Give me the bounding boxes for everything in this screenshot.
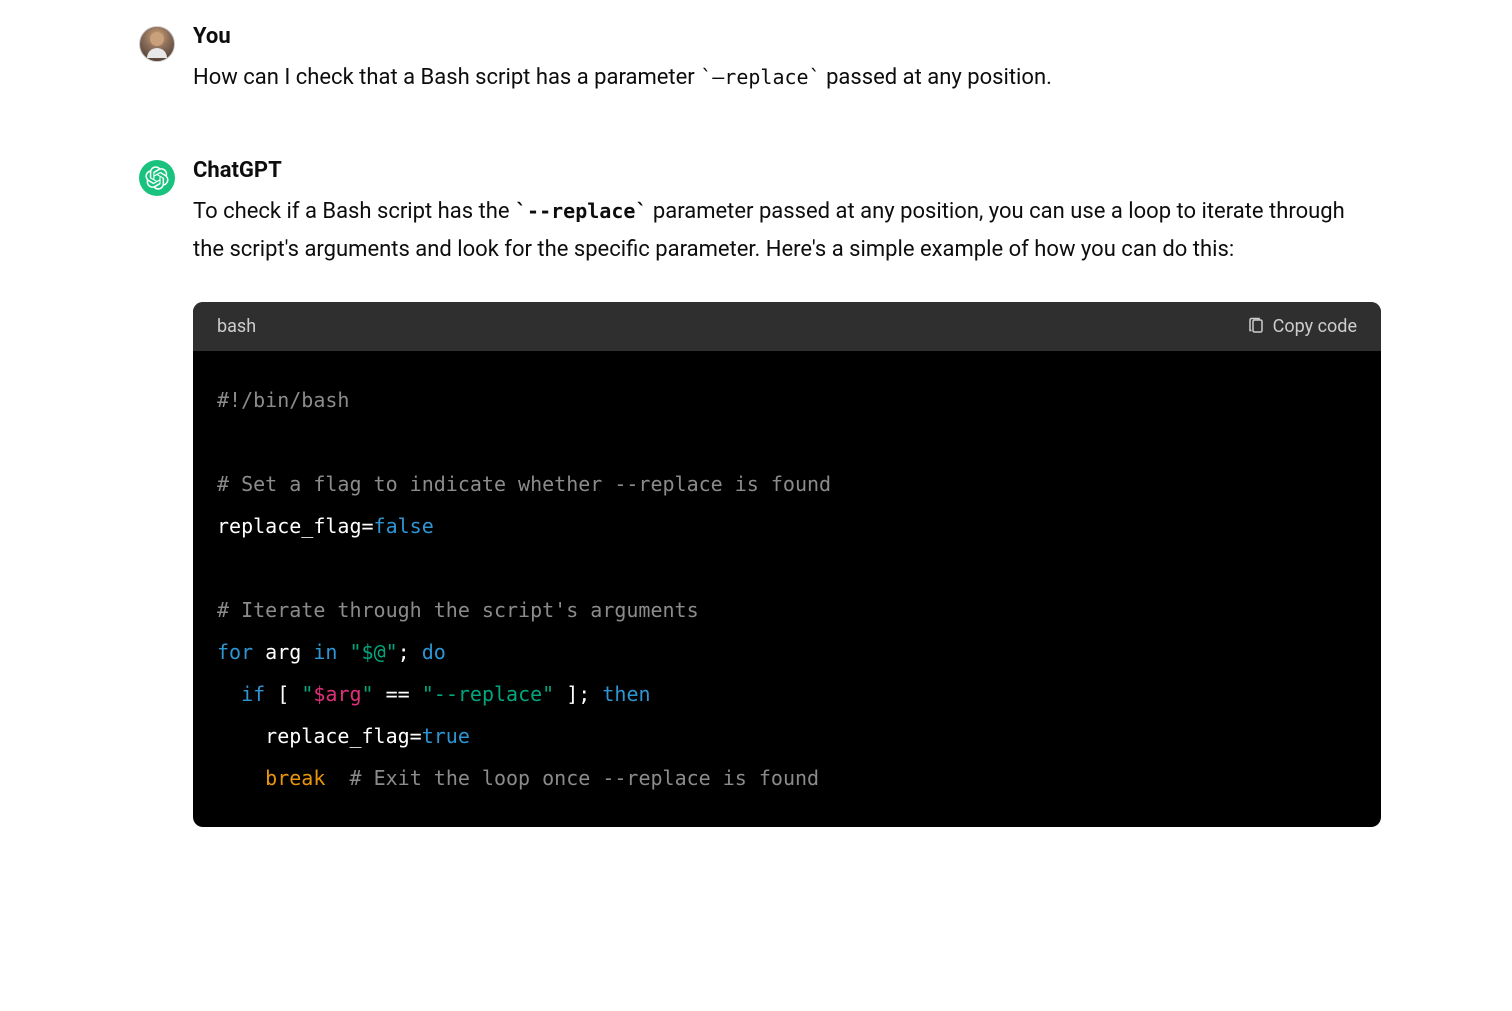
code-token: do	[422, 640, 446, 664]
code-token: [	[265, 682, 301, 706]
assistant-author-label: ChatGPT	[193, 158, 1381, 183]
code-token: # Set a flag to indicate whether --repla…	[217, 472, 831, 496]
code-token: break	[265, 766, 325, 790]
assistant-message: ChatGPT To check if a Bash script has th…	[139, 158, 1401, 827]
assistant-text-before: To check if a Bash script has the	[193, 199, 515, 224]
code-token	[337, 640, 349, 664]
code-token: # Iterate through the script's arguments	[217, 598, 699, 622]
code-token: ];	[554, 682, 602, 706]
assistant-avatar	[139, 160, 175, 196]
openai-logo-icon	[145, 166, 169, 190]
user-inline-code: `—replace`	[700, 65, 820, 89]
code-token: ;	[398, 640, 422, 664]
code-token: true	[422, 724, 470, 748]
code-token: "	[301, 682, 313, 706]
code-token: false	[374, 514, 434, 538]
code-token: replace_flag=	[265, 724, 422, 748]
code-token: ==	[374, 682, 422, 706]
code-token	[217, 766, 265, 790]
code-token: in	[313, 640, 337, 664]
code-token: arg	[253, 640, 313, 664]
user-message: You How can I check that a Bash script h…	[139, 24, 1401, 98]
code-token: then	[602, 682, 650, 706]
user-message-content: You How can I check that a Bash script h…	[193, 24, 1401, 98]
conversation: You How can I check that a Bash script h…	[111, 24, 1401, 827]
clipboard-icon	[1247, 317, 1265, 335]
assistant-inline-code: `--replace`	[515, 199, 647, 223]
code-token: "--replace"	[422, 682, 554, 706]
code-block: bash Copy code #!/bin/bash # Set a flag …	[193, 302, 1381, 827]
code-token	[325, 766, 349, 790]
code-token: #!/bin/bash	[217, 388, 349, 412]
code-token: replace_flag=	[217, 514, 374, 538]
user-text-after: passed at any position.	[821, 65, 1052, 90]
code-language-label: bash	[217, 316, 256, 337]
code-header: bash Copy code	[193, 302, 1381, 351]
copy-code-label: Copy code	[1273, 316, 1357, 337]
user-author-label: You	[193, 24, 1381, 49]
code-token: for	[217, 640, 253, 664]
code-token: # Exit the loop once --replace is found	[349, 766, 819, 790]
code-token: "	[362, 682, 374, 706]
assistant-message-content: ChatGPT To check if a Bash script has th…	[193, 158, 1401, 827]
code-body[interactable]: #!/bin/bash # Set a flag to indicate whe…	[193, 351, 1381, 827]
user-text-before: How can I check that a Bash script has a…	[193, 65, 700, 90]
copy-code-button[interactable]: Copy code	[1247, 316, 1357, 337]
code-token	[217, 724, 265, 748]
code-token: if	[241, 682, 265, 706]
user-message-text: How can I check that a Bash script has a…	[193, 59, 1381, 98]
assistant-message-text: To check if a Bash script has the `--rep…	[193, 193, 1381, 270]
user-avatar	[139, 26, 175, 62]
code-token: $arg	[313, 682, 361, 706]
code-token: "$@"	[349, 640, 397, 664]
code-token	[217, 682, 241, 706]
